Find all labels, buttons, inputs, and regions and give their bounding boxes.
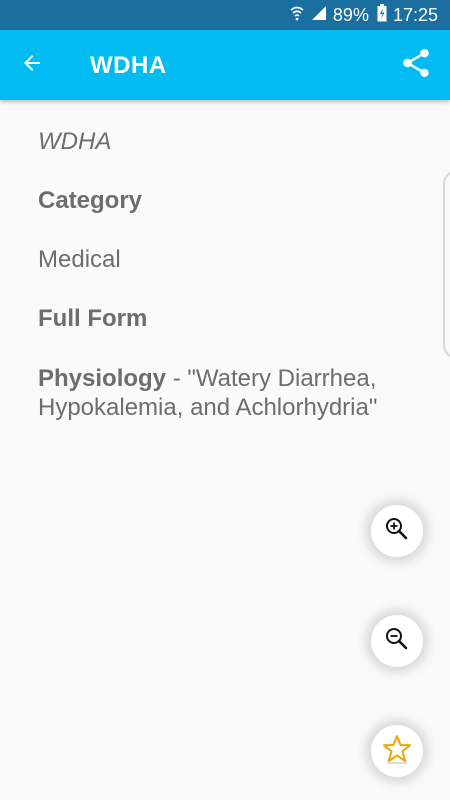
zoom-in-icon — [384, 516, 410, 547]
category-label: Category — [38, 187, 143, 214]
clock: 17:25 — [392, 4, 438, 25]
category-value: Medical — [38, 246, 121, 273]
zoom-out-button[interactable] — [371, 615, 423, 667]
zoom-out-icon — [384, 626, 410, 657]
page-title: WDHA — [90, 52, 167, 79]
screen: 89% 17:25 WDHA WDHA Category Medical Ful… — [0, 0, 450, 800]
entry-term: WDHA — [38, 128, 112, 155]
wifi-icon — [289, 4, 305, 27]
favorite-button[interactable] — [371, 725, 423, 777]
star-icon — [382, 734, 412, 769]
share-icon — [399, 46, 433, 85]
status-indicators: 89% 17:25 — [289, 3, 438, 27]
full-form-definition: Physiology - "Watery Diarrhea, Hypokalem… — [38, 364, 418, 422]
definition-separator: - — [166, 365, 188, 392]
battery-icon — [377, 3, 387, 27]
battery-percent: 89% — [332, 4, 369, 25]
signal-icon — [311, 5, 327, 26]
arrow-back-icon — [20, 51, 44, 80]
full-form-label: Full Form — [38, 305, 148, 332]
zoom-in-button[interactable] — [371, 505, 423, 557]
back-button[interactable] — [8, 41, 56, 89]
app-bar: WDHA — [0, 30, 450, 100]
share-button[interactable] — [392, 41, 440, 89]
status-bar: 89% 17:25 — [0, 0, 450, 30]
edge-panel-handle[interactable] — [443, 170, 450, 359]
definition-category: Physiology — [38, 365, 167, 392]
